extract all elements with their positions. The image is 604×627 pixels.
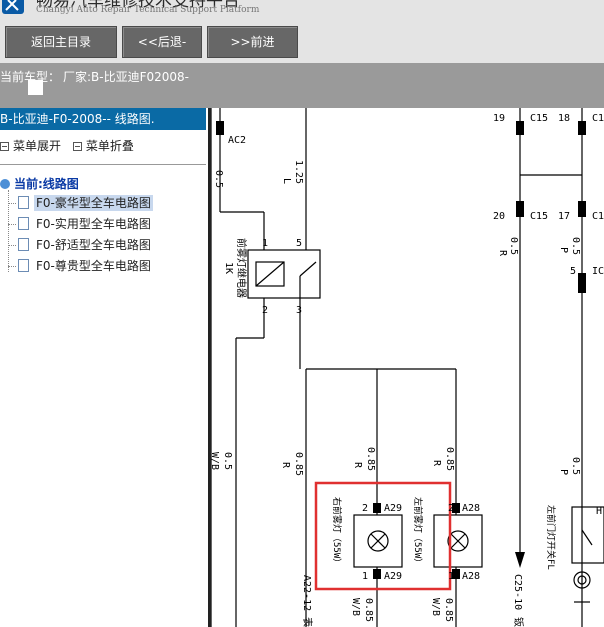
label-wire-wb-2: W/B <box>350 598 361 616</box>
menu-collapse-button[interactable]: 菜单折叠 <box>72 137 134 154</box>
label-a29-bottom: A29 <box>384 571 402 582</box>
app-subtitle: Changyi Auto Repair Technical Support Pl… <box>36 5 260 15</box>
label-char-ban: 钣 <box>512 617 524 627</box>
wiring-diagram-svg: AC2 0.5 L 1.25 1 5 2 3 1K 前雾灯继电器 W/B 0.5… <box>211 108 604 627</box>
label-wire-085-4: 0.85 <box>363 598 374 622</box>
tree-item-premium[interactable]: F0-尊贵型全车电路图 <box>8 257 153 277</box>
label-wire-wb: W/B <box>211 452 220 470</box>
label-wire-p-2: P <box>558 469 569 475</box>
label-wire-r-2: R <box>352 462 363 469</box>
label-wire-05e: 0.5 <box>570 457 581 475</box>
label-wire-r-3: R <box>431 460 442 467</box>
current-model-bar: 当前车型： 厂家:B-比亚迪F02008- <box>0 63 604 108</box>
app-header: 畅易汽车维修技术支持平台 Changyi Auto Repair Technic… <box>0 0 604 20</box>
label-c15-mid: C15 <box>530 211 548 222</box>
menu-expand-button[interactable]: 菜单展开 <box>0 137 61 154</box>
sidebar-title: B-比亚迪-F0-2008-- 线路图. <box>0 108 206 130</box>
tree-item-label: F0-实用型全车电路图 <box>36 217 151 231</box>
current-model-value: 厂家:B-比亚迪F02008- <box>63 70 190 84</box>
label-c25: C25-10 <box>512 574 523 610</box>
label-wire-l: L <box>281 178 292 184</box>
label-pin-2-a29: 2 <box>362 503 368 514</box>
tree-item-practical[interactable]: F0-实用型全车电路图 <box>8 215 153 235</box>
label-wire-085-2: 0.85 <box>365 447 376 471</box>
label-pin-2-a28: 2 <box>448 503 454 514</box>
label-wire-r-4: R <box>497 250 508 257</box>
label-wire-wb-3: W/B <box>430 598 441 616</box>
label-wire-05b: 0.5 <box>222 452 233 470</box>
label-pin-1-a29: 1 <box>362 571 368 582</box>
forward-button[interactable]: >>前进 <box>207 26 298 58</box>
app-logo <box>2 0 24 14</box>
label-a28-top: A28 <box>462 503 480 514</box>
collapse-icon <box>72 141 82 151</box>
label-num-19: 19 <box>493 113 505 124</box>
sidebar: B-比亚迪-F0-2008-- 线路图. 菜单展开 菜单折叠 当前:线路图 F0… <box>0 108 208 627</box>
label-pin-1: 1 <box>262 238 268 249</box>
label-relay-id: 1K <box>223 262 234 274</box>
label-lamp-right: 右前雾灯（55W） <box>331 497 343 567</box>
label-wire-05d: 0.5 <box>570 237 581 255</box>
label-wire-05: 0.5 <box>213 170 224 188</box>
back-button[interactable]: <<后退- <box>122 26 202 58</box>
label-ac2: AC2 <box>228 135 246 146</box>
label-pin-5: 5 <box>296 238 302 249</box>
document-icon <box>18 259 29 272</box>
label-pin-2: 2 <box>262 305 268 316</box>
document-icon <box>18 238 29 251</box>
menu-expand-label: 菜单展开 <box>13 139 62 153</box>
sidebar-divider <box>0 164 206 165</box>
label-pin-1-a28: 1 <box>448 571 454 582</box>
tree-item-label: F0-舒适型全车电路图 <box>36 238 151 252</box>
tree-item-luxury[interactable]: F0-豪华型全车电路图 <box>8 194 153 214</box>
model-indicator <box>28 80 43 95</box>
toolbar: 返回主目录 <<后退- >>前进 <box>0 20 604 63</box>
label-wire-05c: 0.5 <box>508 237 519 255</box>
label-lamp-left: 左前雾灯（55W） <box>412 497 424 567</box>
label-ic: IC <box>592 266 604 277</box>
label-pin-h: H <box>596 506 602 517</box>
label-pin-5-ic: 5 <box>570 266 576 277</box>
tree-item-label: F0-尊贵型全车电路图 <box>36 259 151 273</box>
wiring-diagram[interactable]: AC2 0.5 L 1.25 1 5 2 3 1K 前雾灯继电器 W/B 0.5… <box>211 108 604 627</box>
label-wire-125: 1.25 <box>293 160 304 184</box>
label-num-20: 20 <box>493 211 505 222</box>
label-num-18: 18 <box>558 113 570 124</box>
label-relay-name: 前雾灯继电器 <box>235 238 248 298</box>
label-c1-top: C1 <box>592 113 604 124</box>
label-wire-r-1: R <box>280 462 291 469</box>
document-icon <box>18 217 29 230</box>
label-char-table: 表 <box>301 617 314 627</box>
menu-tools: 菜单展开 菜单折叠 <box>0 137 134 154</box>
home-button[interactable]: 返回主目录 <box>5 26 117 58</box>
label-c15-top: C15 <box>530 113 548 124</box>
tree-item-label: F0-豪华型全车电路图 <box>34 195 153 211</box>
label-c1-mid: C1 <box>592 211 604 222</box>
label-wire-085-5: 0.85 <box>443 598 454 622</box>
label-wire-085-1: 0.85 <box>293 452 304 476</box>
label-wire-p-1: P <box>558 247 569 253</box>
expand-icon <box>0 141 9 151</box>
document-icon <box>18 196 29 209</box>
label-a28-bottom: A28 <box>462 571 480 582</box>
label-door-switch: 左前门灯开关FL <box>545 505 557 570</box>
label-pin-3: 3 <box>296 305 302 316</box>
tree-root[interactable]: 当前:线路图 <box>0 175 79 192</box>
label-a29-top: A29 <box>384 503 402 514</box>
menu-collapse-label: 菜单折叠 <box>85 139 134 153</box>
label-num-17: 17 <box>558 211 570 222</box>
label-wire-085-3: 0.85 <box>444 447 455 471</box>
tree-root-label: 当前:线路图 <box>14 177 79 191</box>
label-a22: A22-12 <box>301 575 312 611</box>
tree-item-comfort[interactable]: F0-舒适型全车电路图 <box>8 236 153 256</box>
globe-icon <box>0 179 10 189</box>
wrench-icon <box>5 0 19 11</box>
